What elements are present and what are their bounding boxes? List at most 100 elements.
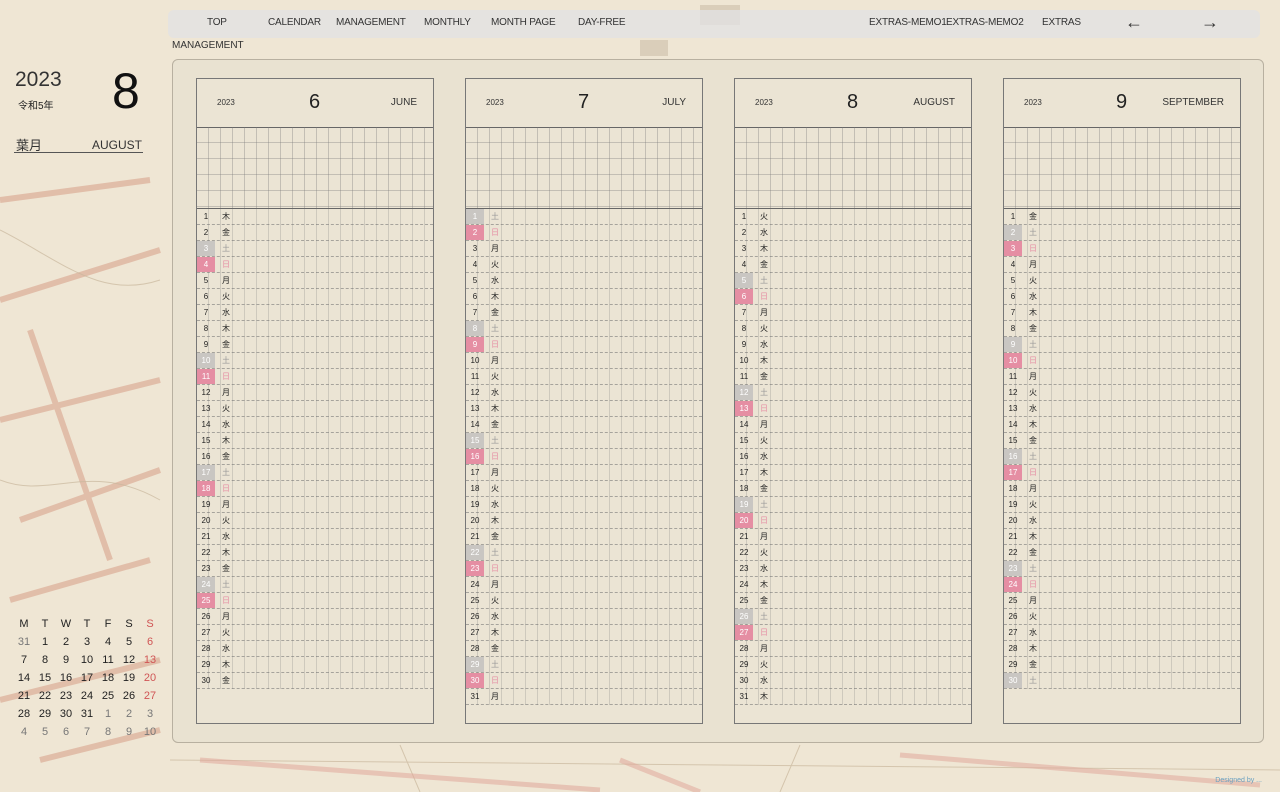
- day-row[interactable]: 6水: [1004, 289, 1240, 305]
- mini-cal-day[interactable]: 13: [140, 654, 160, 666]
- day-row[interactable]: 22 土: [466, 545, 702, 561]
- nav-extras-memo1[interactable]: EXTRAS-MEMO1: [869, 17, 947, 28]
- day-row[interactable]: 3木: [735, 241, 971, 257]
- nav-top[interactable]: TOP: [207, 17, 227, 28]
- day-row[interactable]: 11 金: [735, 369, 971, 385]
- mini-cal-day[interactable]: 1: [98, 708, 118, 720]
- mini-cal-day[interactable]: 14: [14, 672, 34, 684]
- day-row[interactable]: 2土: [1004, 225, 1240, 241]
- mini-cal-day[interactable]: 29: [35, 708, 55, 720]
- day-row[interactable]: 27 火: [197, 625, 433, 641]
- day-row[interactable]: 13 日: [735, 401, 971, 417]
- day-row[interactable]: 23 土: [1004, 561, 1240, 577]
- mini-cal-day[interactable]: 7: [14, 654, 34, 666]
- day-row[interactable]: 29 木: [197, 657, 433, 673]
- day-row[interactable]: 26 水: [466, 609, 702, 625]
- day-row[interactable]: 31 月: [466, 689, 702, 705]
- day-row[interactable]: 23 金: [197, 561, 433, 577]
- day-row[interactable]: 7金: [466, 305, 702, 321]
- day-row[interactable]: 19 火: [1004, 497, 1240, 513]
- day-row[interactable]: 13 木: [466, 401, 702, 417]
- month-memo-area[interactable]: [735, 127, 971, 209]
- day-row[interactable]: 26 月: [197, 609, 433, 625]
- day-row[interactable]: 8木: [197, 321, 433, 337]
- day-row[interactable]: 24 月: [466, 577, 702, 593]
- day-row[interactable]: 18 火: [466, 481, 702, 497]
- day-row[interactable]: 21 月: [735, 529, 971, 545]
- day-row[interactable]: 8火: [735, 321, 971, 337]
- day-row[interactable]: 6日: [735, 289, 971, 305]
- mini-cal-day[interactable]: 11: [98, 654, 118, 666]
- mini-cal-day[interactable]: 2: [119, 708, 139, 720]
- day-row[interactable]: 12 火: [1004, 385, 1240, 401]
- mini-cal-day[interactable]: 10: [140, 726, 160, 738]
- day-row[interactable]: 28 月: [735, 641, 971, 657]
- day-row[interactable]: 30 日: [466, 673, 702, 689]
- day-row[interactable]: 19 土: [735, 497, 971, 513]
- day-row[interactable]: 15 火: [735, 433, 971, 449]
- day-row[interactable]: 1金: [1004, 209, 1240, 225]
- mini-cal-day[interactable]: 22: [35, 690, 55, 702]
- day-row[interactable]: 2金: [197, 225, 433, 241]
- day-row[interactable]: 8金: [1004, 321, 1240, 337]
- day-row[interactable]: 29 土: [466, 657, 702, 673]
- day-row[interactable]: 31 木: [735, 689, 971, 705]
- mini-cal-day[interactable]: 5: [35, 726, 55, 738]
- nav-calendar[interactable]: CALENDAR: [268, 17, 321, 28]
- day-row[interactable]: 13 火: [197, 401, 433, 417]
- day-row[interactable]: 3土: [197, 241, 433, 257]
- day-row[interactable]: 26 火: [1004, 609, 1240, 625]
- mini-cal-day[interactable]: 24: [77, 690, 97, 702]
- day-row[interactable]: 24 日: [1004, 577, 1240, 593]
- day-row[interactable]: 20 日: [735, 513, 971, 529]
- mini-cal-day[interactable]: 12: [119, 654, 139, 666]
- day-row[interactable]: 28 金: [466, 641, 702, 657]
- day-row[interactable]: 9日: [466, 337, 702, 353]
- day-row[interactable]: 17 月: [466, 465, 702, 481]
- mini-cal-day[interactable]: 15: [35, 672, 55, 684]
- next-arrow-icon[interactable]: →: [1201, 12, 1219, 33]
- day-row[interactable]: 7月: [735, 305, 971, 321]
- day-row[interactable]: 18 日: [197, 481, 433, 497]
- day-row[interactable]: 18 月: [1004, 481, 1240, 497]
- day-row[interactable]: 5火: [1004, 273, 1240, 289]
- day-row[interactable]: 1火: [735, 209, 971, 225]
- mini-cal-day[interactable]: 9: [56, 654, 76, 666]
- day-row[interactable]: 30 土: [1004, 673, 1240, 689]
- month-memo-area[interactable]: [197, 127, 433, 209]
- nav-management[interactable]: MANAGEMENT: [336, 17, 406, 28]
- day-row[interactable]: 2日: [466, 225, 702, 241]
- day-row[interactable]: 11 火: [466, 369, 702, 385]
- mini-cal-day[interactable]: 6: [56, 726, 76, 738]
- mini-cal-day[interactable]: 7: [77, 726, 97, 738]
- mini-cal-day[interactable]: 1: [35, 636, 55, 648]
- day-row[interactable]: 5土: [735, 273, 971, 289]
- day-row[interactable]: 12 月: [197, 385, 433, 401]
- day-row[interactable]: 20 火: [197, 513, 433, 529]
- mini-cal-day[interactable]: 27: [140, 690, 160, 702]
- day-row[interactable]: 23 日: [466, 561, 702, 577]
- day-row[interactable]: 25 金: [735, 593, 971, 609]
- mini-cal-day[interactable]: 25: [98, 690, 118, 702]
- day-row[interactable]: 22 火: [735, 545, 971, 561]
- day-row[interactable]: 15 土: [466, 433, 702, 449]
- day-row[interactable]: 5月: [197, 273, 433, 289]
- day-row[interactable]: 27 水: [1004, 625, 1240, 641]
- day-row[interactable]: 25 月: [1004, 593, 1240, 609]
- day-row[interactable]: 1木: [197, 209, 433, 225]
- day-row[interactable]: 1土: [466, 209, 702, 225]
- day-row[interactable]: 6火: [197, 289, 433, 305]
- day-row[interactable]: 18 金: [735, 481, 971, 497]
- day-row[interactable]: 29 火: [735, 657, 971, 673]
- mini-cal-day[interactable]: 30: [56, 708, 76, 720]
- mini-cal-day[interactable]: 3: [140, 708, 160, 720]
- mini-cal-day[interactable]: 21: [14, 690, 34, 702]
- day-row[interactable]: 3月: [466, 241, 702, 257]
- mini-cal-day[interactable]: 26: [119, 690, 139, 702]
- day-row[interactable]: 12 土: [735, 385, 971, 401]
- day-row[interactable]: 23 水: [735, 561, 971, 577]
- day-row[interactable]: 5水: [466, 273, 702, 289]
- day-row[interactable]: 17 日: [1004, 465, 1240, 481]
- day-row[interactable]: 21 金: [466, 529, 702, 545]
- day-row[interactable]: 7水: [197, 305, 433, 321]
